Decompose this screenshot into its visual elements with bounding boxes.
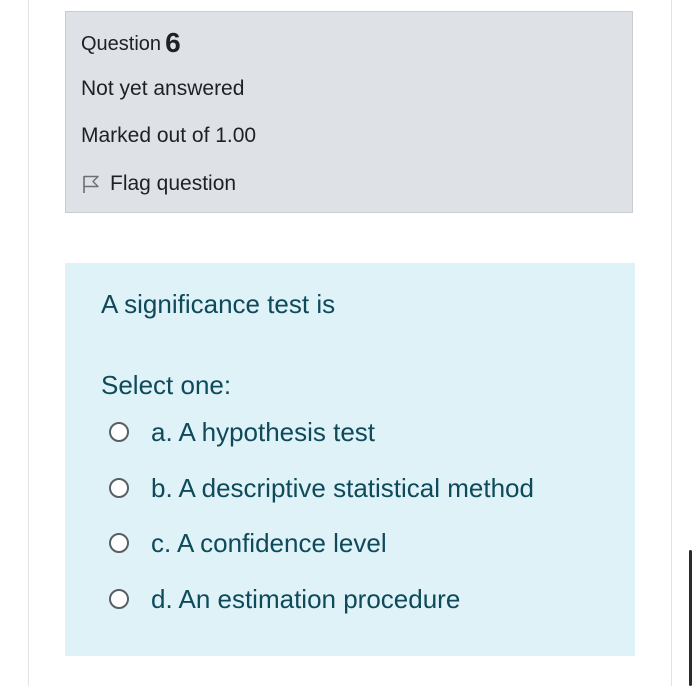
answer-option-b[interactable]: b. A descriptive statistical method bbox=[109, 469, 534, 507]
question-heading: Question 6 bbox=[81, 28, 181, 59]
question-text: A significance test is bbox=[101, 289, 336, 319]
answer-label[interactable]: a. A hypothesis test bbox=[151, 415, 375, 449]
flag-icon bbox=[80, 173, 102, 195]
question-state: Not yet answered bbox=[81, 77, 245, 100]
answer-option-a[interactable]: a. A hypothesis test bbox=[109, 413, 534, 451]
radio-button-icon[interactable] bbox=[109, 533, 129, 553]
flag-question-link[interactable]: Flag question bbox=[80, 170, 236, 198]
page-border-left bbox=[28, 0, 29, 686]
quiz-page: Question 6 Not yet answered Marked out of… bbox=[0, 0, 700, 686]
answer-option-c[interactable]: c. A confidence level bbox=[109, 524, 534, 562]
radio-button-icon[interactable] bbox=[109, 588, 129, 609]
question-heading-label: Question bbox=[81, 33, 162, 55]
answer-label[interactable]: b. A descriptive statistical method bbox=[151, 471, 534, 505]
question-number: 6 bbox=[165, 27, 181, 58]
answer-list: a. A hypothesis test b. A descriptive st… bbox=[109, 413, 534, 635]
answer-option-d[interactable]: d. An estimation procedure bbox=[109, 580, 534, 618]
question-content-panel: A significance test is Select one: a. A … bbox=[65, 263, 635, 656]
question-grade: Marked out of 1.00 bbox=[81, 124, 257, 147]
radio-button-icon[interactable] bbox=[109, 422, 129, 442]
answer-label[interactable]: d. An estimation procedure bbox=[151, 582, 460, 616]
radio-button-icon[interactable] bbox=[109, 477, 129, 498]
flag-question-label: Flag question bbox=[110, 172, 237, 195]
answer-prompt: Select one: bbox=[101, 370, 232, 400]
page-border-right bbox=[671, 0, 672, 686]
answer-label[interactable]: c. A confidence level bbox=[151, 526, 387, 560]
question-info-panel: Question 6 Not yet answered Marked out of… bbox=[65, 11, 633, 213]
scrollbar[interactable] bbox=[689, 550, 692, 686]
